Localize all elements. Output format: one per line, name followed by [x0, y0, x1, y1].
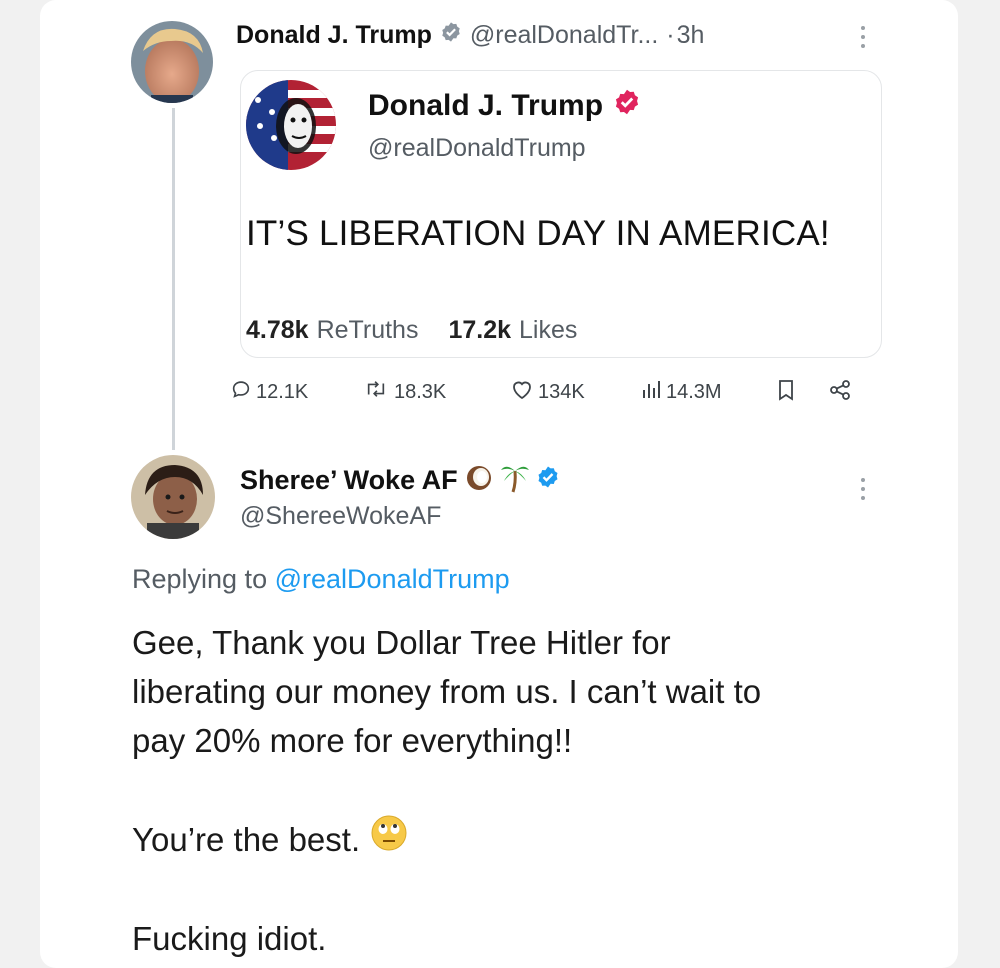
bookmark-icon	[776, 378, 796, 408]
quoted-avatar[interactable]	[246, 80, 336, 170]
reply-handle[interactable]: @ShereeWokeAF	[240, 502, 441, 531]
post-dot: ·	[666, 20, 675, 49]
post-header: Donald J. Trump @realDonaldTr... · 3h	[236, 18, 704, 52]
heart-icon	[510, 378, 534, 406]
quoted-header: Donald J. Trump	[368, 86, 641, 126]
replying-handle-link[interactable]: @realDonaldTrump	[275, 564, 510, 594]
retruths-label[interactable]: ReTruths	[317, 316, 419, 345]
replying-to: Replying to @realDonaldTrump	[132, 564, 510, 595]
reply-button[interactable]: 12.1K	[230, 378, 308, 406]
likes-label[interactable]: Likes	[519, 316, 577, 345]
quoted-text: IT’S LIBERATION DAY IN AMERICA!	[246, 214, 830, 253]
repost-button[interactable]: 18.3K	[362, 378, 446, 406]
views-icon	[640, 378, 662, 406]
like-button[interactable]: 134K	[510, 378, 585, 406]
quoted-handle[interactable]: @realDonaldTrump	[368, 134, 586, 163]
avatar[interactable]	[131, 21, 213, 103]
reply-line: pay 20% more for everything!!	[132, 722, 573, 759]
retruths-count: 4.78k	[246, 316, 309, 344]
post-time[interactable]: 3h	[677, 21, 705, 50]
repost-count: 18.3K	[394, 380, 447, 403]
thread-connector-line	[172, 108, 175, 450]
like-count: 134K	[538, 380, 585, 403]
eye-roll-emoji-icon	[370, 814, 408, 865]
more-vertical-icon[interactable]	[860, 26, 866, 48]
replying-prefix: Replying to	[132, 564, 268, 594]
verified-badge-icon	[536, 465, 560, 496]
views-button[interactable]: 14.3M	[640, 378, 722, 406]
verified-badge-icon	[440, 21, 462, 50]
bookmark-button[interactable]	[776, 378, 796, 408]
reply-line: You’re the best.	[132, 821, 361, 858]
reply-author-name[interactable]: Sheree’ Woke AF	[240, 465, 458, 496]
post-handle[interactable]: @realDonaldTr...	[470, 21, 658, 50]
share-button[interactable]	[828, 378, 852, 408]
post-author-name[interactable]: Donald J. Trump	[236, 21, 432, 50]
views-count: 14.3M	[666, 380, 722, 403]
likes-count: 17.2k	[448, 316, 512, 344]
quoted-stats: 4.78k ReTruths 17.2k Likes	[246, 316, 577, 345]
palm-tree-emoji-icon	[500, 461, 530, 500]
reply-line: Fucking idiot.	[132, 920, 327, 957]
reply-line: liberating our money from us. I can’t wa…	[132, 673, 762, 710]
more-vertical-icon[interactable]	[860, 478, 866, 500]
quoted-author-name[interactable]: Donald J. Trump	[368, 89, 603, 123]
reply-count: 12.1K	[256, 380, 309, 403]
repost-icon	[362, 378, 390, 406]
reply-header: Sheree’ Woke AF	[240, 460, 560, 500]
verified-red-badge-icon	[613, 88, 641, 124]
share-icon	[828, 378, 852, 408]
reply-icon	[230, 378, 252, 406]
reply-line: Gee, Thank you Dollar Tree Hitler for	[132, 624, 671, 661]
reply-body: Gee, Thank you Dollar Tree Hitler for li…	[132, 618, 761, 765]
reply-line-best: You’re the best.	[132, 814, 408, 865]
coconut-emoji-icon	[464, 462, 494, 499]
reply-avatar[interactable]	[131, 455, 215, 539]
